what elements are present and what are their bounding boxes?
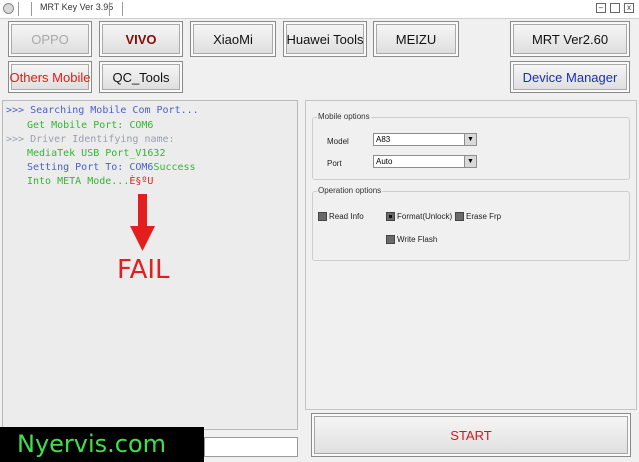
port-select[interactable]: Auto ▼ [373,155,477,168]
write-flash-label: Write Flash [397,235,438,244]
maximize-icon[interactable] [610,3,620,13]
read-info-label: Read Info [329,212,364,221]
start-button[interactable]: START [311,413,631,457]
huawei-tools-button[interactable]: Huawei Tools [283,21,367,57]
write-flash-checkbox[interactable] [386,235,395,244]
qc-tools-button[interactable]: QC_Tools [99,61,183,93]
title-separator [122,2,123,16]
log-line: Get Mobile Port: COM6 [27,120,154,131]
down-arrow-icon [130,194,155,251]
others-mobile-button[interactable]: Others Mobile [8,61,92,93]
title-bar: MRT Key Ver 3.95 – x [0,0,639,19]
watermark: Nyervis.com [0,427,204,462]
port-label: Port [327,159,342,168]
log-line: Setting Port To: COM6Success [27,162,196,173]
device-manager-button[interactable]: Device Manager [510,61,630,93]
format-unlock-checkbox[interactable] [386,212,395,221]
close-icon[interactable]: x [624,3,634,13]
minimize-icon[interactable]: – [596,3,606,13]
status-field[interactable] [204,437,298,457]
format-unlock-label: Format(Unlock) [397,212,453,221]
vivo-button[interactable]: VIVO [99,21,183,57]
log-line: Into META Mode...È§ºU [27,176,153,187]
mrt-version-button[interactable]: MRT Ver2.60 [510,21,630,57]
group-legend: Operation options [317,186,383,195]
read-info-checkbox[interactable] [318,212,327,221]
window-title: MRT Key Ver 3.95 [40,2,114,12]
xiaomi-button[interactable]: XiaoMi [190,21,276,57]
options-panel: Mobile options Model A83 ▼ Port Auto ▼ O… [305,100,637,410]
chevron-down-icon[interactable]: ▼ [464,156,476,167]
erase-frp-label: Erase Frp [466,212,502,221]
group-legend: Mobile options [317,112,371,121]
operation-options-group: Operation options Read Info Format(Unloc… [312,186,630,261]
log-text: Into META Mode... [27,176,130,187]
app-icon [3,3,14,14]
oppo-button[interactable]: OPPO [8,21,92,57]
fail-label: FAIL [117,255,170,285]
port-value: Auto [376,157,393,166]
mobile-options-group: Mobile options Model A83 ▼ Port Auto ▼ [312,112,630,180]
log-text: È§ºU [129,176,154,187]
model-label: Model [327,137,349,146]
title-separator [109,2,110,16]
title-separator [18,2,19,16]
erase-frp-checkbox[interactable] [455,212,464,221]
model-value: A83 [376,135,391,144]
log-line: >>> Driver Identifying name: [6,134,175,145]
log-text: Success [153,162,196,173]
chevron-down-icon[interactable]: ▼ [464,134,476,145]
model-select[interactable]: A83 ▼ [373,133,477,146]
log-line: MediaTek USB Port_V1632 [27,148,166,159]
log-line: >>> Searching Mobile Com Port... [6,105,199,116]
meizu-button[interactable]: MEIZU [373,21,459,57]
log-text: Setting Port To: COM6 [27,162,154,173]
title-separator [31,2,32,16]
